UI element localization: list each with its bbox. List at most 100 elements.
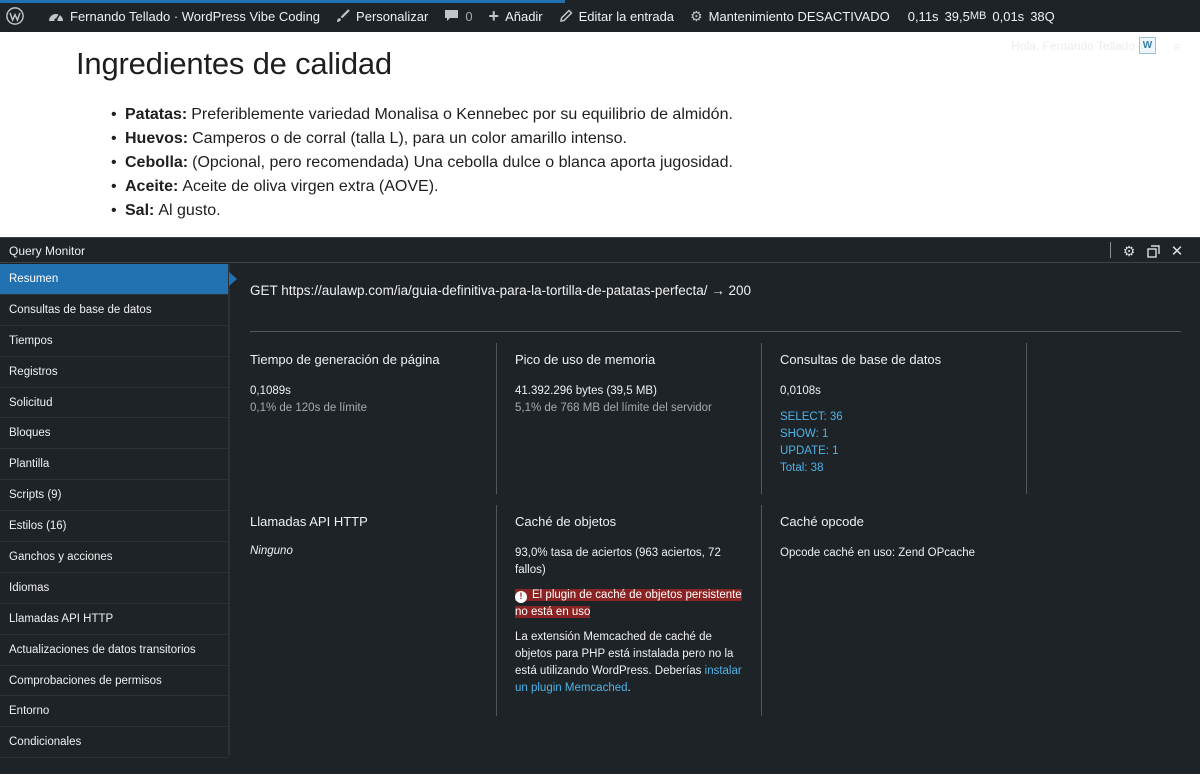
divider: [1110, 242, 1111, 258]
db-queries-card: Consultas de base de datos 0,0108s SELEC…: [780, 352, 1045, 477]
cache-note: La extensión Memcached de caché de objet…: [515, 629, 745, 697]
wordpress-icon: [6, 7, 24, 25]
list-item: • Cebolla: (Opcional, pero recomendada) Un…: [111, 151, 733, 175]
nav-item-resumen[interactable]: Resumen: [0, 264, 237, 295]
plus-icon: +: [488, 5, 500, 26]
dashboard-gauge-icon: [48, 9, 64, 23]
nav-item-http-api[interactable]: Llamadas API HTTP: [0, 604, 228, 635]
ingredient-name: Patatas:: [125, 106, 188, 123]
search-icon[interactable]: ⌕: [1174, 38, 1188, 53]
nav-item-transients[interactable]: Actualizaciones de datos transitorios: [0, 635, 228, 666]
bullet: •: [111, 154, 117, 171]
qm-query-count: 38Q: [1030, 8, 1055, 24]
bullet: •: [111, 106, 117, 123]
opcode-cache-card: Caché opcode Opcode caché en uso: Zend O…: [780, 514, 1045, 562]
qm-main-content: GET https://aulawp.com/ia/guia-definitiv…: [232, 264, 1200, 775]
nav-item-logs[interactable]: Registros: [0, 357, 228, 388]
comment-bubble-icon: [444, 9, 459, 23]
ingredient-name: Aceite:: [125, 178, 179, 195]
close-icon[interactable]: ✕: [1167, 241, 1187, 261]
nav-item-hooks[interactable]: Ganchos y acciones: [0, 542, 228, 573]
list-item: • Huevos: Camperos o de corral (talla L), …: [111, 127, 733, 151]
ingredient-desc: Al gusto.: [158, 202, 221, 219]
ingredient-desc: Camperos o de corral (talla L), para un …: [192, 130, 627, 147]
card-title: Consultas de base de datos: [780, 352, 942, 367]
memory-card: Pico de uso de memoria 41.392.296 bytes …: [515, 352, 780, 417]
qm-sidebar: Resumen Consultas de base de datos Tiemp…: [0, 264, 237, 759]
qm-query-time: 0,01s: [992, 8, 1025, 24]
request-line: GET https://aulawp.com/ia/guia-definitiv…: [250, 283, 751, 298]
nav-item-timings[interactable]: Tiempos: [0, 326, 228, 357]
nav-item-environment[interactable]: Entorno: [0, 696, 228, 728]
page-content: Hola, Fernando Tellado W ⌕ Ingredientes …: [0, 32, 1200, 237]
page-time-card: Tiempo de generación de página 0,1089s 0…: [250, 352, 515, 417]
nav-item-capabilities[interactable]: Comprobaciones de permisos: [0, 666, 228, 697]
nav-item-request[interactable]: Solicitud: [0, 388, 228, 419]
bullet: •: [111, 130, 117, 147]
page-title: Ingredientes de calidad: [76, 46, 392, 81]
brush-icon: [336, 9, 350, 23]
object-cache-card: Caché de objetos 93,0% tasa de aciertos …: [515, 514, 745, 697]
db-select-link[interactable]: SELECT: 36: [780, 409, 1045, 426]
customize-label: Personalizar: [356, 8, 429, 24]
cache-note-end: .: [627, 682, 631, 694]
add-new-menu[interactable]: + Añadir: [481, 0, 551, 32]
maintenance-label: Mantenimiento DESACTIVADO: [708, 8, 890, 24]
divider: [496, 343, 497, 494]
list-item: • Patatas: Preferiblemente variedad Monali…: [111, 103, 733, 127]
nav-item-conditionals[interactable]: Condicionales: [0, 727, 228, 759]
nav-item-styles[interactable]: Estilos (16): [0, 511, 228, 543]
maintenance-menu[interactable]: ⚙ Mantenimiento DESACTIVADO: [682, 0, 898, 32]
gear-icon: ⚙: [690, 7, 703, 24]
query-monitor-menu[interactable]: 0,11s 39,5 MB 0,01s 38Q: [898, 0, 1069, 32]
db-time-value: 0,0108s: [780, 385, 821, 397]
qm-title: Query Monitor: [9, 244, 86, 258]
cache-note-text: La extensión Memcached de caché de objet…: [515, 631, 734, 677]
memory-value: 41.392.296 bytes (39,5 MB): [515, 385, 657, 397]
ingredients-list: • Patatas: Preferiblemente variedad Monali…: [111, 103, 733, 223]
customize-menu[interactable]: Personalizar: [328, 0, 436, 32]
nav-item-db-queries[interactable]: Consultas de base de datos: [0, 295, 228, 326]
db-show-link[interactable]: SHOW: 1: [780, 426, 1045, 443]
nav-item-scripts[interactable]: Scripts (9): [0, 480, 228, 512]
settings-gear-icon[interactable]: ⚙: [1119, 241, 1139, 261]
memory-limit: 5,1% de 768 MB del límite del servidor: [515, 402, 712, 414]
http-api-card: Llamadas API HTTP Ninguno: [250, 514, 515, 557]
greeting-text: Hola, Fernando Tellado: [1011, 38, 1135, 53]
divider: [1026, 343, 1027, 494]
list-item: • Sal: Al gusto.: [111, 199, 733, 223]
ingredient-desc: Aceite de oliva virgen extra (AOVE).: [182, 178, 439, 195]
pop-out-icon[interactable]: [1143, 241, 1163, 261]
add-new-label: Añadir: [505, 8, 543, 24]
divider: [761, 343, 762, 494]
avatar: W: [1139, 37, 1156, 54]
db-total-link[interactable]: Total: 38: [780, 460, 1045, 477]
card-title: Pico de uso de memoria: [515, 352, 656, 367]
wordpress-logo-menu[interactable]: [0, 0, 40, 32]
site-name-label: Fernando Tellado · WordPress Vibe Coding: [70, 8, 321, 24]
qm-memory-value: 39,5: [944, 8, 970, 24]
nav-item-languages[interactable]: Idiomas: [0, 573, 228, 604]
ingredient-name: Sal:: [125, 202, 155, 219]
ingredient-name: Huevos:: [125, 130, 189, 147]
nav-item-template[interactable]: Plantilla: [0, 449, 228, 481]
qm-title-bar[interactable]: Query Monitor ⚙ ✕: [0, 238, 1200, 263]
cache-hit-rate: 93,0% tasa de aciertos (963 aciertos, 72…: [515, 547, 721, 576]
edit-post-menu[interactable]: Editar la entrada: [551, 0, 682, 32]
bullet: •: [111, 202, 117, 219]
cache-warning: ! El plugin de caché de objetos persisten…: [515, 587, 745, 621]
card-title: Caché de objetos: [515, 514, 617, 529]
http-api-value: Ninguno: [250, 545, 293, 557]
page-time-value: 0,1089s: [250, 385, 291, 397]
comments-count: 0: [465, 8, 473, 24]
opcode-value: Opcode caché en uso: Zend OPcache: [780, 547, 975, 559]
site-name-menu[interactable]: Fernando Tellado · WordPress Vibe Coding: [40, 0, 328, 32]
qm-memory-unit: MB: [969, 10, 987, 22]
divider: [761, 505, 762, 716]
account-greeting[interactable]: Hola, Fernando Tellado W: [1011, 37, 1156, 54]
ingredient-desc: (Opcional, pero recomendada) Una cebolla…: [192, 154, 733, 171]
divider: [496, 505, 497, 716]
db-update-link[interactable]: UPDATE: 1: [780, 443, 1045, 460]
comments-menu[interactable]: 0: [436, 0, 480, 32]
nav-item-blocks[interactable]: Bloques: [0, 418, 228, 450]
